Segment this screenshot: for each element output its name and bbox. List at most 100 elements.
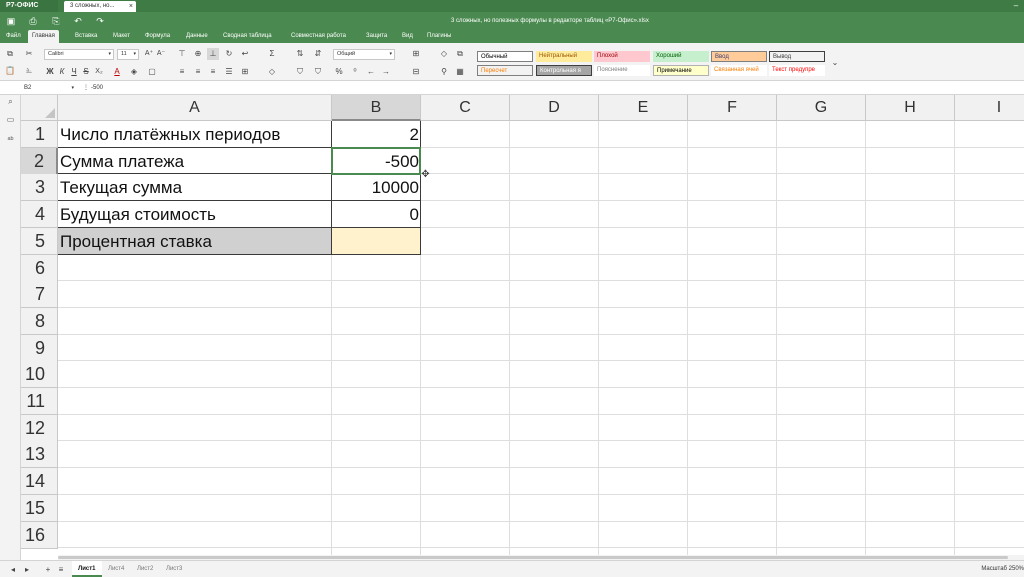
row-header[interactable]: 6 bbox=[21, 254, 58, 282]
cell-label[interactable]: Текущая сумма bbox=[58, 174, 332, 201]
cell-style-9[interactable]: Примечание bbox=[653, 65, 709, 76]
row-header[interactable]: 13 bbox=[21, 441, 58, 469]
cell-style-1[interactable]: Нейтральный bbox=[536, 51, 592, 62]
name-box[interactable]: B2 ▾ bbox=[22, 83, 76, 94]
format-table-icon[interactable]: ⚲ bbox=[438, 66, 450, 78]
column-header[interactable]: A bbox=[58, 95, 332, 121]
cell-value[interactable]: 2 bbox=[332, 121, 421, 148]
next-sheet-icon[interactable]: ▸ bbox=[22, 564, 32, 575]
align-middle-icon[interactable]: ⊕ bbox=[192, 48, 204, 60]
decrease-decimal-icon[interactable]: ← bbox=[365, 66, 377, 78]
row-header[interactable]: 12 bbox=[21, 414, 58, 442]
cell-style-4[interactable]: Ввод bbox=[711, 51, 767, 62]
insert-cells-icon[interactable]: ⊞ bbox=[410, 48, 422, 60]
column-header[interactable]: B bbox=[332, 95, 421, 121]
table-template-icon[interactable]: ▦ bbox=[454, 66, 466, 78]
menu-item-9[interactable]: Вид bbox=[402, 30, 413, 43]
prev-sheet-icon[interactable]: ◂ bbox=[8, 564, 18, 575]
row-header[interactable]: 2 bbox=[21, 147, 58, 175]
menu-item-10[interactable]: Плагины bbox=[427, 30, 451, 43]
cell-style-5[interactable]: Вывод bbox=[769, 51, 825, 62]
menu-item-4[interactable]: Формула bbox=[145, 30, 170, 43]
cell-value[interactable] bbox=[332, 228, 421, 255]
row-header[interactable]: 10 bbox=[21, 361, 58, 389]
percent-icon[interactable]: % bbox=[333, 66, 345, 78]
underline-button[interactable]: Ч bbox=[68, 66, 80, 78]
sheet-tab[interactable]: Лист3 bbox=[160, 561, 188, 577]
subscript-button[interactable]: X₂ bbox=[93, 66, 105, 78]
align-center-icon[interactable]: ≡ bbox=[192, 66, 204, 78]
italic-button[interactable]: К bbox=[56, 66, 68, 78]
named-ranges-icon[interactable]: ⧉ bbox=[454, 48, 466, 60]
sheet-tab[interactable]: Лист4 bbox=[102, 561, 130, 577]
print-icon[interactable]: ⎙ bbox=[27, 15, 39, 27]
row-header[interactable]: 1 bbox=[21, 121, 58, 148]
align-right-icon[interactable]: ≡ bbox=[207, 66, 219, 78]
select-all-corner[interactable] bbox=[21, 95, 58, 121]
cell-label[interactable]: Сумма платежа bbox=[58, 148, 332, 175]
row-header[interactable]: 11 bbox=[21, 388, 58, 415]
copy-icon[interactable]: ⧉ bbox=[4, 48, 16, 60]
close-tab-icon[interactable]: × bbox=[129, 1, 133, 12]
thousand-separator-icon[interactable]: ⁰ bbox=[349, 66, 361, 78]
row-header[interactable]: 9 bbox=[21, 334, 58, 362]
row-header[interactable]: 14 bbox=[21, 468, 58, 496]
filter-icon[interactable]: ⛉ bbox=[294, 66, 306, 78]
column-header[interactable]: C bbox=[421, 95, 510, 121]
minimize-icon[interactable]: – bbox=[1010, 0, 1022, 12]
zoom-level[interactable]: Масштаб 250% bbox=[981, 561, 1024, 577]
horizontal-scroll-thumb[interactable] bbox=[58, 556, 1008, 559]
fill-color-icon[interactable]: ◈ bbox=[128, 66, 140, 78]
cell-value[interactable]: 0 bbox=[332, 201, 421, 228]
column-header[interactable]: G bbox=[777, 95, 866, 121]
row-header[interactable]: 5 bbox=[21, 227, 58, 255]
save-icon[interactable]: ▣ bbox=[5, 15, 17, 27]
styles-expand-icon[interactable]: ⌄ bbox=[829, 57, 841, 69]
sheet-tab[interactable]: Лист1 bbox=[72, 561, 102, 577]
cell-style-10[interactable]: Связанная ячей bbox=[711, 65, 767, 76]
column-header[interactable]: D bbox=[510, 95, 599, 121]
menu-item-0[interactable]: Файл bbox=[6, 30, 21, 43]
sheet-tab[interactable]: Лист2 bbox=[131, 561, 159, 577]
search-icon[interactable]: ⌕ bbox=[4, 95, 17, 108]
spellcheck-icon[interactable]: ᵃᵇ bbox=[4, 133, 17, 146]
cell-style-8[interactable]: Пояснение bbox=[594, 65, 650, 76]
sheet-list-icon[interactable]: ≡ bbox=[56, 564, 66, 575]
cell-value[interactable]: 10000 bbox=[332, 174, 421, 201]
cell-style-0[interactable]: Обычный bbox=[477, 51, 533, 62]
cell-style-6[interactable]: Пересчет bbox=[477, 65, 533, 76]
align-top-icon[interactable]: ⊤ bbox=[176, 48, 188, 60]
wrap-text-icon[interactable]: ↩ bbox=[239, 48, 251, 60]
row-header[interactable]: 7 bbox=[21, 281, 58, 309]
font-name-select[interactable]: Calibri ▾ bbox=[44, 49, 114, 60]
cell-label[interactable]: Будущая стоимость bbox=[58, 201, 332, 228]
bold-button[interactable]: Ж bbox=[44, 66, 56, 78]
document-tab[interactable]: 3 сложных, но... × bbox=[64, 1, 136, 12]
undo-icon[interactable]: ↶ bbox=[72, 15, 84, 27]
text-orientation-icon[interactable]: ↻ bbox=[223, 48, 235, 60]
increase-decimal-icon[interactable]: → bbox=[380, 66, 392, 78]
column-header[interactable]: H bbox=[866, 95, 955, 121]
menu-item-1[interactable]: Главная bbox=[28, 30, 59, 43]
sort-icon[interactable]: ⇅ bbox=[294, 48, 306, 60]
cell-style-3[interactable]: Хороший bbox=[653, 51, 709, 62]
cell-style-7[interactable]: Контрольная я bbox=[536, 65, 592, 76]
align-bottom-icon[interactable]: ⊥ bbox=[207, 48, 219, 60]
comments-icon[interactable]: ▭ bbox=[4, 113, 17, 126]
cell-label[interactable]: Процентная ставка bbox=[58, 228, 332, 255]
quick-print-icon[interactable]: ⎘ bbox=[50, 15, 62, 27]
row-header[interactable]: 3 bbox=[21, 174, 58, 202]
strikethrough-button[interactable]: S bbox=[80, 66, 92, 78]
spreadsheet-grid[interactable]: A B C D E F G H I 1 2 3 4 5 6 7 8 9 10 11 12 13 14 15 16 Число пл… bbox=[21, 95, 1024, 560]
increase-font-button[interactable]: A⁺ bbox=[143, 48, 155, 60]
row-header[interactable]: 8 bbox=[21, 307, 58, 335]
font-size-select[interactable]: 11 ▾ bbox=[117, 49, 139, 60]
clear-filter-icon[interactable]: ⛉ bbox=[312, 66, 324, 78]
menu-item-2[interactable]: Вставка bbox=[75, 30, 97, 43]
format-painter-icon[interactable]: ⎁ bbox=[23, 65, 35, 77]
row-header[interactable]: 16 bbox=[21, 521, 58, 549]
column-header[interactable]: E bbox=[599, 95, 688, 121]
column-header[interactable]: F bbox=[688, 95, 777, 121]
justify-icon[interactable]: ☰ bbox=[223, 66, 235, 78]
borders-icon[interactable]: ▢ bbox=[146, 66, 158, 78]
